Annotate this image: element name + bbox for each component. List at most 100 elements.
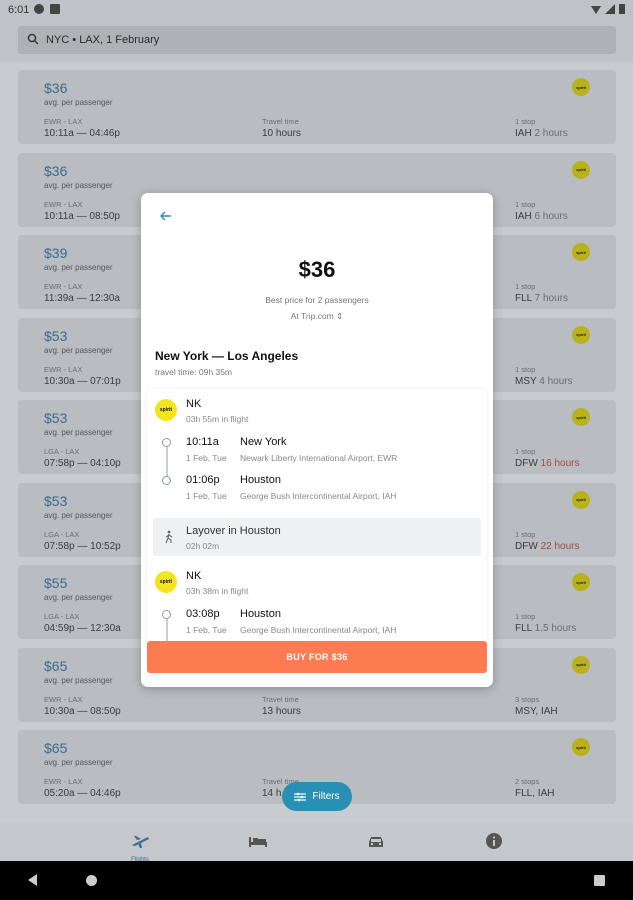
layover-title: Layover in Houston	[186, 525, 281, 537]
price-note: avg. per passenger	[44, 593, 113, 602]
filter-sliders-icon	[294, 792, 307, 801]
spirit-logo-icon: spirit	[572, 490, 590, 509]
battery-icon	[619, 4, 625, 14]
system-home-icon[interactable]	[86, 875, 97, 886]
flight-times: 04:59p — 12:30a	[44, 623, 121, 634]
price-note: avg. per passenger	[44, 263, 113, 272]
segment-carrier: NK	[186, 398, 202, 410]
route-travel-time: travel time: 09h 35m	[155, 367, 233, 377]
system-nav-bar	[0, 861, 633, 900]
nav-hotels[interactable]	[246, 831, 270, 855]
departure-dot-icon	[162, 438, 171, 447]
stops-detail: FLL, IAH	[515, 788, 554, 799]
flight-times: 10:30a — 07:01p	[44, 375, 121, 387]
flight-times: 10:30a — 08:50p	[44, 705, 121, 717]
stops-count: 1 stop	[515, 612, 536, 621]
departure-time: 03:08p	[186, 608, 220, 620]
flight-price: $53	[44, 492, 68, 509]
wifi-icon	[591, 6, 601, 14]
stop-airport: FLL	[515, 293, 532, 304]
stop-airport: FLL	[515, 623, 532, 634]
filters-label: Filters	[312, 791, 340, 802]
departure-dot-icon	[162, 610, 171, 619]
stops-detail: DFW 16 hours	[515, 458, 579, 469]
flight-price: $36	[44, 162, 68, 179]
departure-city: Houston	[240, 608, 281, 620]
notification-icon	[34, 4, 44, 14]
flight-price: $53	[44, 410, 68, 426]
stops-detail: IAH 2 hours	[515, 128, 568, 139]
stop-duration: 7 hours	[534, 293, 569, 304]
signal-icon	[605, 4, 615, 14]
agency-label: At Trip.com	[290, 311, 334, 321]
status-bar: 6:01	[0, 0, 633, 20]
stop-airport: MSY, IAH	[515, 705, 558, 717]
stop-airport: DFW	[515, 458, 538, 469]
flight-route: EWR - LAX	[44, 694, 83, 704]
airplane-icon	[132, 836, 149, 848]
filters-button[interactable]: Filters	[282, 782, 352, 811]
itinerary-panel[interactable]: spirit NK 03h 55m in flight 10:11a New Y…	[147, 389, 487, 649]
spirit-logo-icon: spirit	[572, 243, 590, 261]
flight-price: $53	[44, 327, 68, 344]
spirit-logo-icon: spirit	[572, 573, 590, 591]
spirit-logo-icon: spirit	[572, 408, 590, 426]
segment-flight-time: 03h 55m in flight	[186, 414, 249, 424]
price-note: avg. per passenger	[44, 345, 113, 355]
top-bar: NYC • LAX, 1 February	[0, 20, 633, 62]
car-icon	[369, 837, 383, 847]
status-time: 6:01	[8, 4, 30, 16]
stop-airport: MSY	[515, 375, 537, 387]
stop-duration: 22 hours	[540, 540, 580, 552]
nav-cars[interactable]	[364, 831, 388, 855]
flight-times: 07:58p — 10:52p	[44, 540, 121, 552]
system-back-icon[interactable]	[28, 874, 37, 886]
price-note: avg. per passenger	[44, 98, 113, 107]
flight-price: $65	[44, 657, 68, 674]
system-recents-icon[interactable]	[594, 875, 605, 886]
flight-times: 11:39a — 12:30a	[44, 293, 120, 304]
travel-time: 14 h	[262, 788, 282, 799]
search-icon	[27, 33, 39, 45]
info-icon	[486, 833, 502, 849]
status-icons	[591, 4, 625, 14]
buy-button[interactable]: BUY FOR $36	[147, 641, 487, 673]
back-arrow-icon[interactable]	[159, 209, 173, 223]
flight-times: 05:20a — 04:46p	[44, 788, 121, 799]
sd-card-icon	[50, 4, 60, 14]
agency-selector[interactable]: At Trip.com ⇕	[141, 311, 493, 322]
flight-times: 10:11a — 08:50p	[44, 210, 120, 222]
stops-count: 1 stop	[515, 529, 536, 539]
stops-count: 3 stops	[515, 694, 540, 704]
flight-route: EWR - LAX	[44, 117, 83, 126]
stops-count: 1 stop	[515, 282, 536, 291]
nav-info[interactable]	[482, 831, 506, 855]
segment-carrier: NK	[186, 570, 202, 582]
arrival-airport: George Bush Intercontinental Airport, IA…	[240, 491, 397, 501]
spirit-logo-icon: spirit	[572, 160, 590, 179]
stops-detail: DFW 22 hours	[515, 541, 579, 552]
segment-flight-time: 03h 38m in flight	[186, 586, 249, 596]
spirit-logo-icon: spirit	[155, 399, 177, 421]
spirit-logo-icon: spirit	[572, 325, 590, 344]
flight-card[interactable]: $36 avg. per passenger EWR - LAX 10:11a — 0…	[18, 70, 616, 144]
travel-time: 10 hours	[262, 128, 301, 139]
flight-route: EWR - LAX	[44, 364, 83, 374]
price-note: avg. per passenger	[44, 510, 113, 520]
stops-count: 2 stops	[515, 777, 540, 786]
stop-airport: IAH	[515, 210, 532, 222]
travel-time-label: Travel time	[262, 694, 299, 704]
sort-arrows-icon: ⇕	[336, 311, 344, 321]
flight-price: $55	[44, 575, 68, 591]
departure-airport: George Bush Intercontinental Airport, IA…	[240, 625, 397, 635]
dialog-price: $36	[298, 257, 336, 282]
layover-info: Layover in Houston 02h 02m	[153, 518, 481, 556]
bottom-nav: Flights	[0, 823, 633, 863]
search-bar[interactable]: NYC • LAX, 1 February	[18, 26, 616, 54]
stops-detail: FLL 1.5 hours	[515, 623, 576, 634]
flight-times: 07:58p — 04:10p	[44, 458, 121, 469]
nav-flights[interactable]: Flights	[128, 831, 152, 863]
search-query: NYC • LAX, 1 February	[46, 34, 160, 46]
price-note: avg. per passenger	[44, 428, 113, 437]
stops-count: 1 stop	[515, 364, 536, 374]
